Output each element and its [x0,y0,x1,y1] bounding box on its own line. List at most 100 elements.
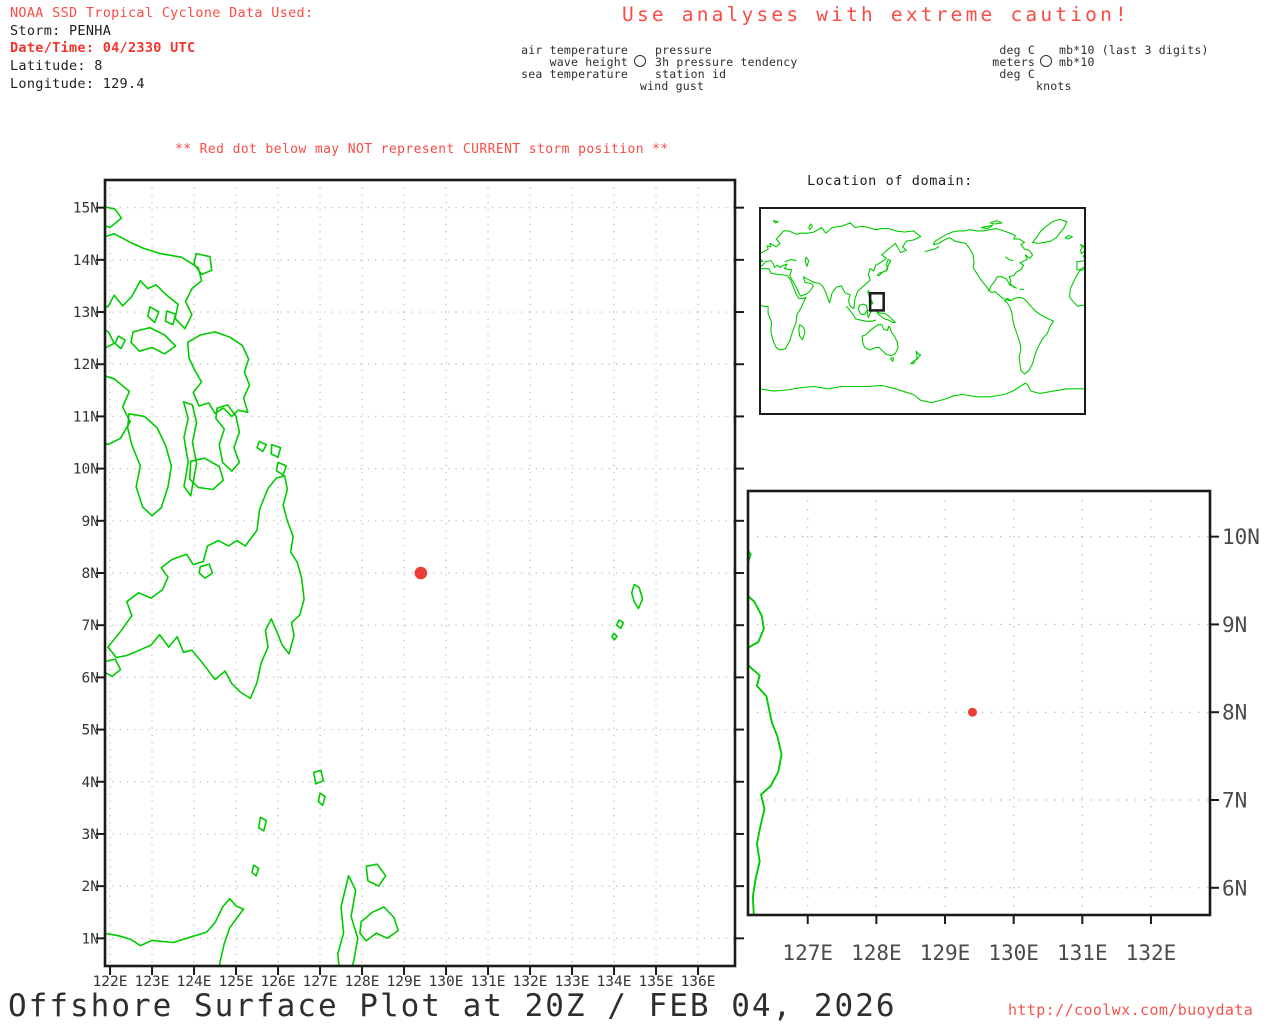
coastline-australia [1187,325,1223,356]
coastline-tasmania [890,357,895,362]
main-map-y-label: 1N [82,931,99,947]
zoom-map-y-label: 6N [1222,876,1247,900]
zoom-map-x-label: 128E [851,941,902,965]
coastline-africa [1069,268,1084,307]
storm-name-line: Storm: PENHA [10,23,112,39]
caution-banner: Use analyses with extreme caution! [622,3,1130,26]
coastline-antarctica [761,382,1084,404]
coastline-svalbard [449,221,454,223]
coastline-newguinea [1202,312,1220,322]
legend-wind-gust-label: wind gust [640,79,705,93]
coastline-philippines [1193,290,1198,304]
coastline-japan [552,260,566,276]
storm-latitude-line: Latitude: 8 [10,58,103,74]
coastline-greenland [708,219,742,243]
coastline-sumatra_java [522,306,551,321]
coastline-aleutians [924,246,940,253]
coastline-blacksea [784,258,797,263]
world-map-border [759,207,1086,415]
main-map-y-label: 11N [73,409,99,425]
coastline-tasmania [566,358,569,362]
coastline-greatlakes [1005,256,1014,262]
zoom-map-group: 127E 128E 129E 130E 131E 132E 6N 7N 8N 9N 10N [746,489,1260,965]
coastline-baffin [656,225,668,228]
coastline-svalbard [772,220,779,224]
coastline-northamerica [932,228,1034,291]
coastline-caspian [1130,257,1134,266]
coastline-palau_s1 [615,619,625,630]
world-map-group [415,207,1280,415]
coastline-caspian [480,257,484,266]
coastline-northamerica [608,229,707,291]
coastline-eurasia [761,222,922,310]
coastline-eurasia [427,223,596,309]
coastline-halmahera_w [336,874,359,965]
coastline-japan [876,258,892,277]
coastline-ellesmere [665,221,677,224]
legend-sea-temperature-label: sea temperature [521,67,628,81]
main-map-y-label: 9N [82,514,99,530]
coastline-novaya [1134,224,1138,230]
main-map-y-label: 13N [73,305,99,321]
main-map-tick-labels: 122E 123E 124E 125E 126E 127E 128E 129E 130E 131E… [73,201,716,990]
coastline-madagascar [798,324,806,341]
coastline-sibuyan [114,335,126,350]
coastline-philippines [543,290,548,304]
coastline-svalbard [1099,221,1104,223]
coastline-centralamerica [987,289,1011,302]
coastline-newzealand [586,351,596,364]
coastline-southamerica [680,297,729,374]
coastline-newzealand [910,350,922,365]
units-sea-temperature: deg C [999,67,1035,81]
coastline-ellesmere [989,220,1003,225]
main-map-y-label: 7N [82,618,99,634]
main-map-y-label: 2N [82,879,99,895]
coastline-cuba [684,284,691,289]
coastline-palau_s2 [611,632,618,641]
main-map-y-label: 8N [82,566,99,582]
plot-title: Offshore Surface Plot at 20Z / FEB 04, 2… [8,988,897,1024]
coastline-mindanao [107,475,305,700]
coastline-baffin [980,224,994,230]
storm-data-source-line: NOAA SSD Tropical Cyclone Data Used: [10,5,314,21]
coastline-ticao [164,310,177,326]
zoom-map-ticks [806,535,1219,924]
main-map-y-label: 14N [73,253,99,269]
coastline-northamerica [1258,229,1280,291]
coastline-caspian [804,256,810,267]
main-map-group: 122E 123E 124E 125E 126E 127E 128E 129E 130E 131E… [73,178,744,990]
storm-datetime-line: Date/Time: 04/2330 UTC [10,40,196,56]
coastline-homonhon [256,440,268,453]
coastline-sangihe_n [257,816,268,832]
coastline-negros [126,412,173,517]
coastline-panay_clip [106,375,131,446]
coastline-masbate [130,326,177,355]
legend-station-id-label: station id [655,67,727,81]
source-url-link[interactable]: http://coolwx.com/buoydata [1008,1001,1253,1019]
main-map-y-label: 4N [82,775,99,791]
coastline-aleutians [1250,247,1264,252]
zoom-map-y-label: 7N [1222,789,1247,813]
coastline-southamerica [1004,296,1054,375]
zoom-map-x-label: 127E [782,941,833,965]
coastline-halmahera_e [359,906,400,942]
coastline-borneo [1183,304,1192,314]
coastline-blacksea [1110,260,1121,262]
coastline-tasmania [1216,358,1219,362]
coastline-sumatra_java [1172,306,1201,321]
units-circle-icon [1040,55,1052,67]
coastline-eurasia [1076,254,1084,271]
coastline-antarctica [435,383,760,403]
storm-position-warning: ** Red dot below may NOT represent CURRE… [175,142,669,157]
coastline-africa [761,268,807,351]
coastline-iceland [415,236,422,239]
world-map-title: Location of domain: [807,173,973,189]
coastline-uk [431,245,436,254]
storm-dot-zoom-map [967,707,977,717]
zoom-map-x-label: 131E [1057,941,1108,965]
coastline-palau [630,583,644,610]
main-map-y-label: 12N [73,357,99,373]
coastline-sulawesi_coast [106,897,245,965]
coastline-bicol [106,233,203,330]
zoom-map-gridlines [748,491,1210,915]
